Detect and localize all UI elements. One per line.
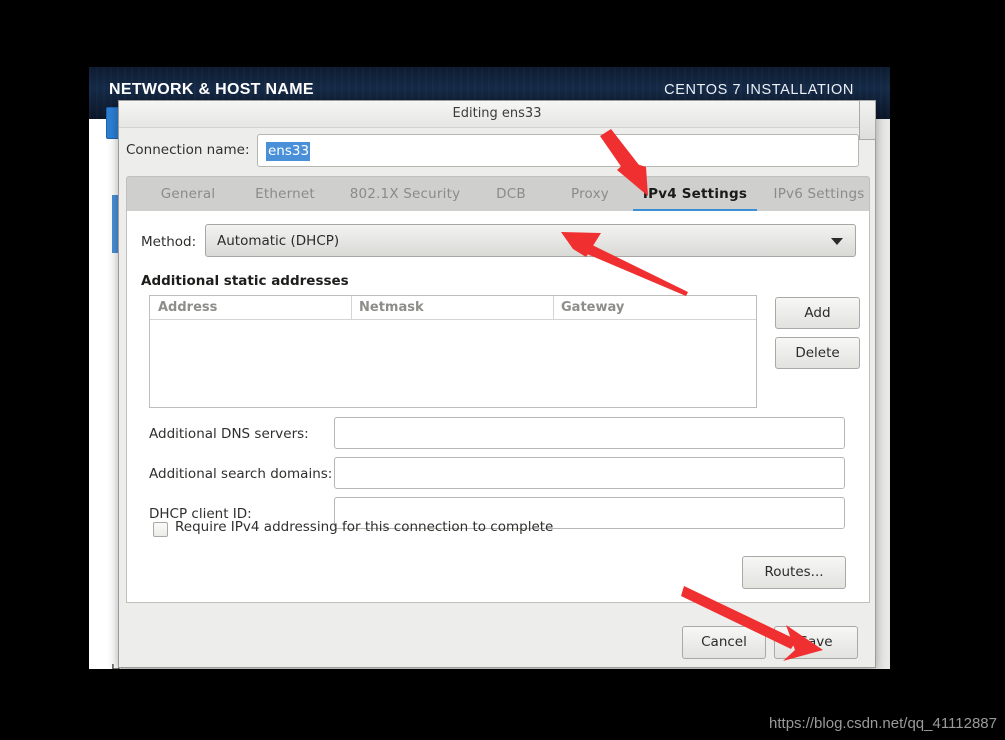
method-label: Method: [141, 234, 197, 250]
tab-ipv4-settings[interactable]: IPv4 Settings [633, 177, 757, 212]
installation-label: CENTOS 7 INSTALLATION [664, 82, 854, 98]
additional-static-addresses-title: Additional static addresses [141, 273, 349, 289]
editing-connection-dialog: Editing ens33 Connection name: ens33 Gen… [118, 100, 876, 668]
watermark-url: https://blog.csdn.net/qq_41112887 [769, 715, 997, 732]
method-dropdown[interactable]: Automatic (DHCP) [205, 224, 856, 257]
static-addresses-table[interactable]: Address Netmask Gateway [149, 295, 757, 408]
connection-name-value: ens33 [266, 142, 311, 161]
connection-name-label: Connection name: [126, 142, 250, 158]
ipv4-settings-panel: Method: Automatic (DHCP) Additional stat… [126, 211, 870, 603]
settings-tabs: General Ethernet 802.1X Security DCB Pro… [126, 176, 870, 212]
column-header-address: Address [158, 300, 218, 315]
add-address-button[interactable]: Add [775, 297, 860, 329]
dialog-title: Editing ens33 [452, 106, 542, 121]
tab-proxy[interactable]: Proxy [547, 177, 633, 212]
dns-servers-input[interactable] [334, 417, 845, 449]
dialog-titlebar[interactable]: Editing ens33 [119, 100, 876, 140]
search-domains-input[interactable] [334, 457, 845, 489]
save-button[interactable]: Save [774, 626, 858, 659]
column-divider-1 [351, 296, 352, 320]
cancel-button[interactable]: Cancel [682, 626, 766, 659]
screen: NETWORK & HOST NAME CENTOS 7 INSTALLATIO… [0, 0, 1005, 740]
require-ipv4-checkbox[interactable] [153, 522, 168, 537]
tab-ethernet[interactable]: Ethernet [235, 177, 335, 212]
dns-servers-label: Additional DNS servers: [149, 426, 309, 442]
page-title: NETWORK & HOST NAME [109, 81, 314, 98]
delete-address-button[interactable]: Delete [775, 337, 860, 369]
connection-name-input[interactable]: ens33 [257, 134, 859, 167]
column-divider-2 [553, 296, 554, 320]
chevron-down-icon [831, 238, 843, 245]
method-selected-value: Automatic (DHCP) [217, 233, 340, 249]
tab-general[interactable]: General [141, 177, 235, 212]
search-domains-label: Additional search domains: [149, 466, 333, 482]
tab-ipv6-settings[interactable]: IPv6 Settings [757, 177, 881, 212]
column-header-netmask: Netmask [359, 300, 424, 315]
column-header-gateway: Gateway [561, 300, 625, 315]
table-header-row: Address Netmask Gateway [150, 296, 756, 320]
tab-dcb[interactable]: DCB [475, 177, 547, 212]
routes-button[interactable]: Routes... [742, 556, 846, 589]
require-ipv4-label: Require IPv4 addressing for this connect… [175, 519, 554, 535]
tab-8021x-security[interactable]: 802.1X Security [335, 177, 475, 212]
connection-name-row: Connection name: ens33 [119, 128, 877, 176]
